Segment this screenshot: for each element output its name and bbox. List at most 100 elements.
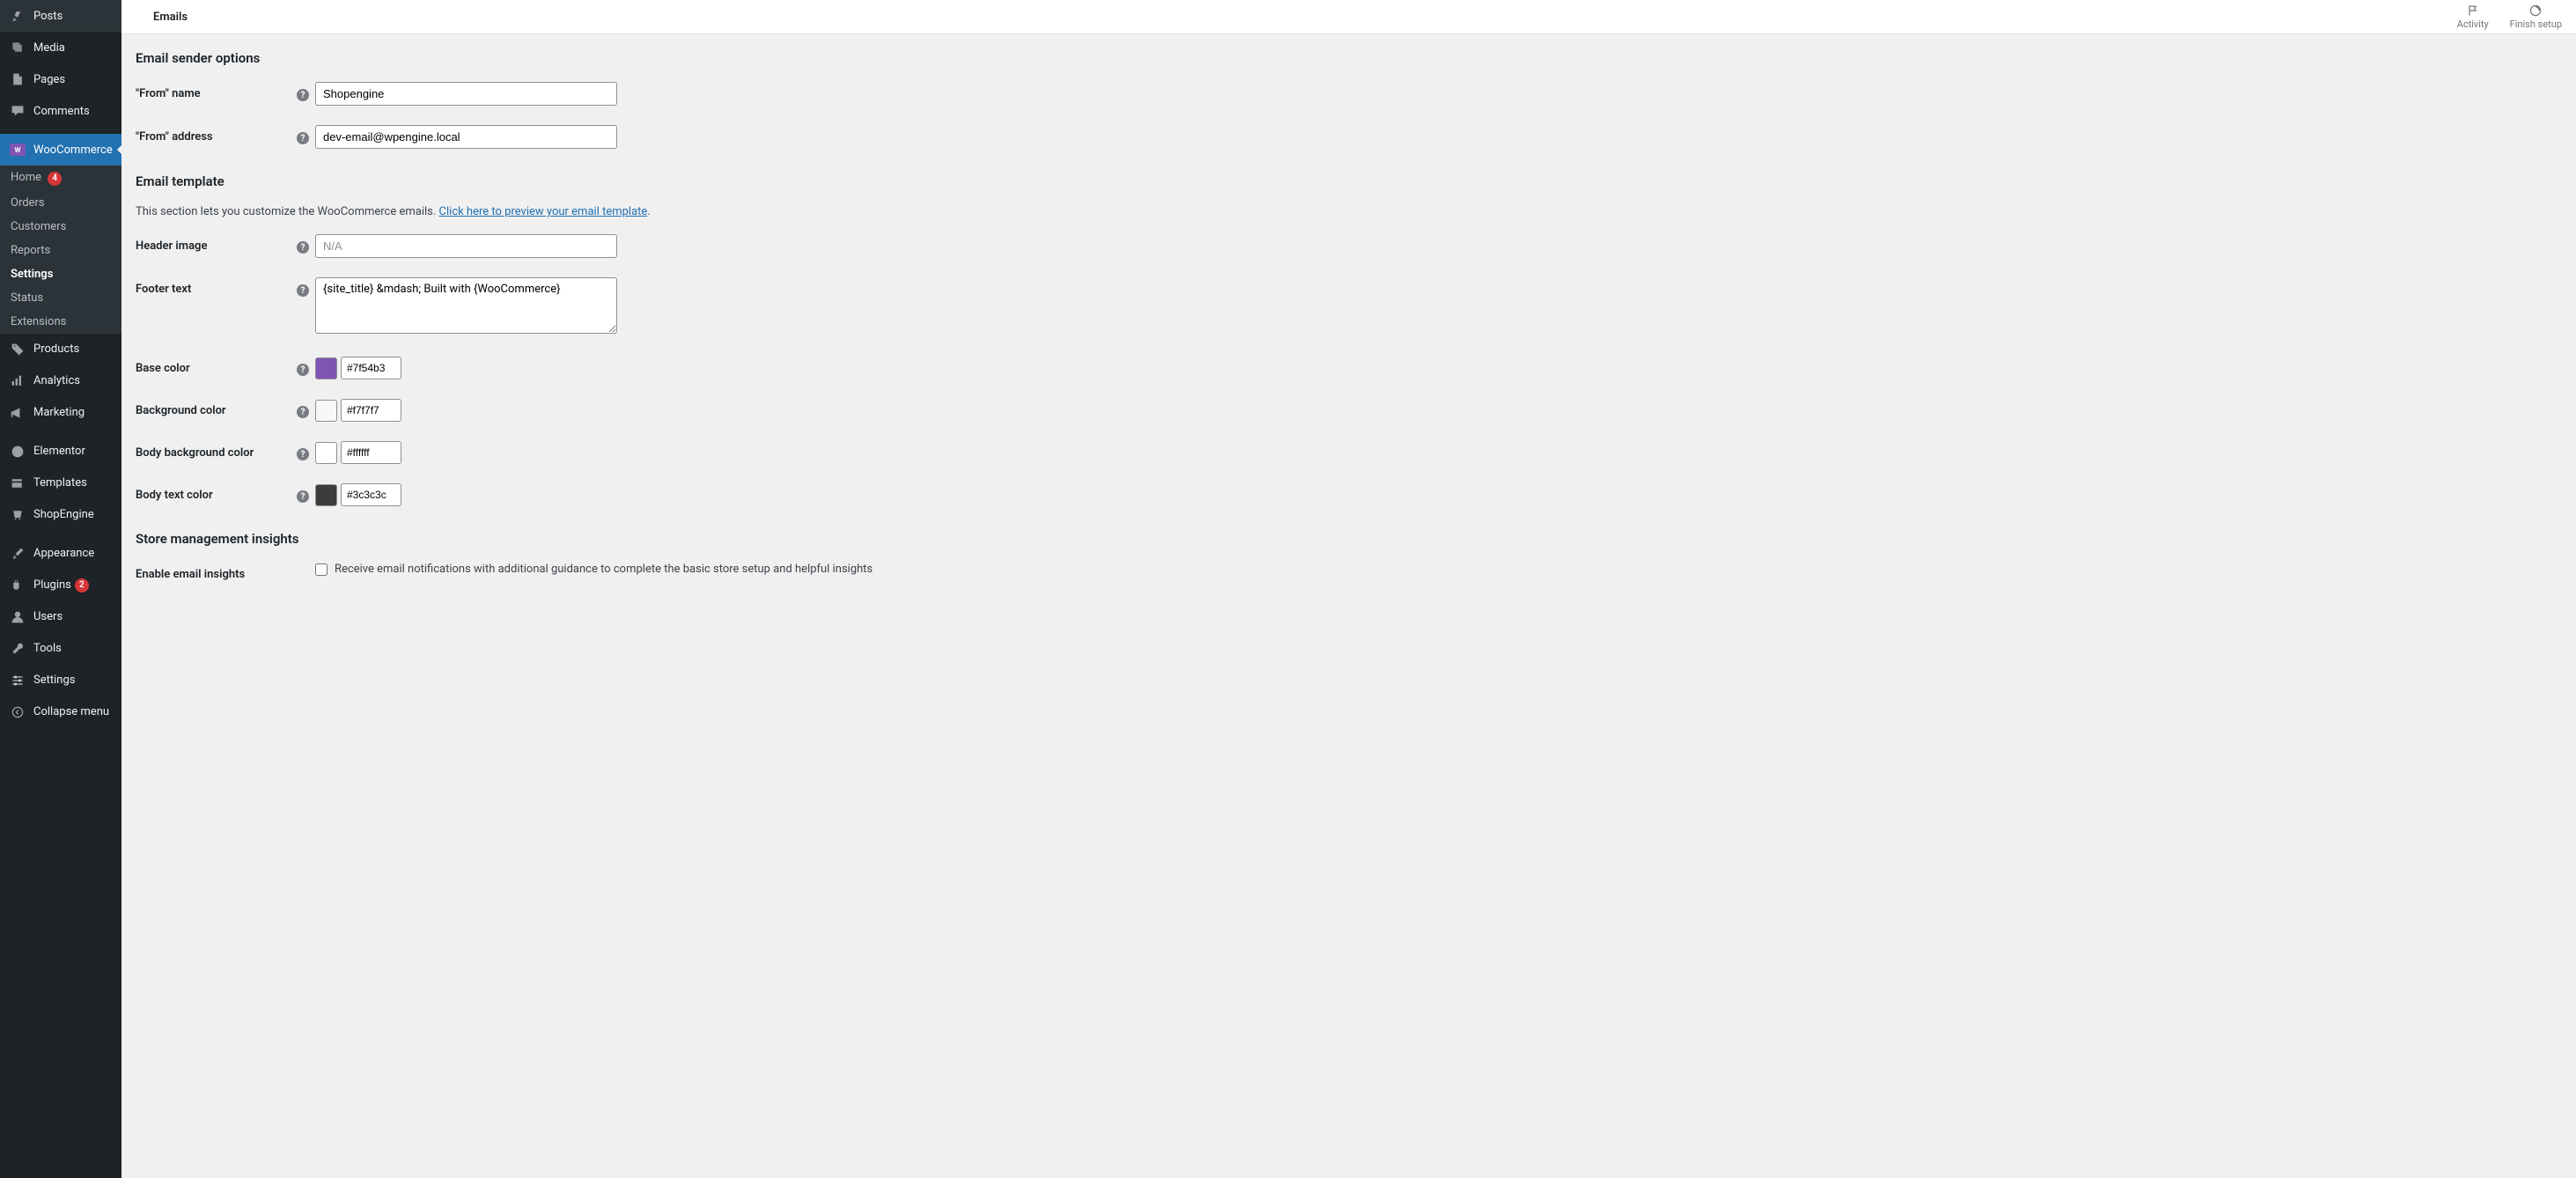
sidebar-item-users[interactable]: Users bbox=[0, 601, 121, 633]
from-address-input[interactable] bbox=[315, 125, 617, 149]
help-icon[interactable]: ? bbox=[297, 241, 309, 254]
woocommerce-icon: W bbox=[9, 141, 26, 158]
sliders-icon bbox=[9, 672, 26, 689]
from-address-label: "From" address bbox=[136, 125, 294, 144]
sidebar-item-media[interactable]: Media bbox=[0, 32, 121, 63]
wrench-icon bbox=[9, 640, 26, 658]
sidebar-item-templates[interactable]: Templates bbox=[0, 468, 121, 499]
woocommerce-submenu: Home 4 Orders Customers Reports Settings… bbox=[0, 166, 121, 334]
elementor-icon bbox=[9, 443, 26, 460]
page-title: Emails bbox=[136, 11, 188, 24]
help-icon[interactable]: ? bbox=[297, 132, 309, 144]
body-bg-row: Body background color ? bbox=[136, 441, 2562, 464]
sidebar-sub-reports[interactable]: Reports bbox=[0, 239, 121, 262]
body-text-swatch[interactable] bbox=[315, 484, 337, 506]
help-icon[interactable]: ? bbox=[297, 490, 309, 503]
help-icon[interactable]: ? bbox=[297, 448, 309, 460]
finish-setup-button[interactable]: Finish setup bbox=[2510, 4, 2562, 30]
sidebar-item-analytics[interactable]: Analytics bbox=[0, 365, 121, 397]
sidebar-item-label: Pages bbox=[33, 73, 65, 86]
sidebar-item-plugins[interactable]: Plugins 2 bbox=[0, 570, 121, 601]
sidebar-item-label: Tools bbox=[33, 642, 62, 655]
sidebar-item-label: Users bbox=[33, 610, 63, 623]
body-text-row: Body text color ? bbox=[136, 483, 2562, 506]
base-color-input[interactable] bbox=[341, 357, 401, 379]
from-address-row: "From" address ? bbox=[136, 125, 2562, 149]
sidebar-sub-extensions[interactable]: Extensions bbox=[0, 310, 121, 334]
email-sender-section: Email sender options "From" name ? "From… bbox=[136, 50, 2562, 149]
section-description: This section lets you customize the WooC… bbox=[136, 205, 2562, 218]
bg-color-row: Background color ? bbox=[136, 399, 2562, 422]
sidebar-item-woocommerce[interactable]: W WooCommerce bbox=[0, 134, 121, 166]
settings-content: Email sender options "From" name ? "From… bbox=[121, 34, 2576, 622]
header-image-input[interactable] bbox=[315, 234, 617, 258]
footer-text-label: Footer text bbox=[136, 277, 294, 296]
sidebar-sub-label: Home bbox=[11, 171, 41, 184]
section-title: Email template bbox=[136, 173, 2562, 189]
sidebar-item-label: Products bbox=[33, 342, 79, 356]
header-image-row: Header image ? bbox=[136, 234, 2562, 258]
footer-text-input[interactable] bbox=[315, 277, 617, 334]
sidebar-item-label: Templates bbox=[33, 476, 87, 490]
enable-insights-text: Receive email notifications with additio… bbox=[335, 563, 872, 576]
plugin-icon bbox=[9, 577, 26, 594]
templates-icon bbox=[9, 475, 26, 492]
shopengine-icon bbox=[9, 506, 26, 524]
sidebar-item-label: Elementor bbox=[33, 445, 85, 458]
comment-icon bbox=[9, 102, 26, 120]
body-bg-input[interactable] bbox=[341, 441, 401, 464]
preview-template-link[interactable]: Click here to preview your email templat… bbox=[439, 205, 648, 218]
sidebar-item-comments[interactable]: Comments bbox=[0, 95, 121, 127]
sidebar-item-products[interactable]: Products bbox=[0, 334, 121, 365]
user-icon bbox=[9, 608, 26, 626]
sidebar-item-pages[interactable]: Pages bbox=[0, 63, 121, 95]
brush-icon bbox=[9, 545, 26, 563]
bg-color-input[interactable] bbox=[341, 399, 401, 422]
sidebar-item-settings[interactable]: Settings bbox=[0, 665, 121, 696]
sidebar-item-collapse[interactable]: Collapse menu bbox=[0, 696, 121, 728]
sidebar-sub-home[interactable]: Home 4 bbox=[0, 166, 121, 191]
base-color-swatch[interactable] bbox=[315, 357, 337, 379]
footer-text-row: Footer text ? bbox=[136, 277, 2562, 337]
main-content: Emails Activity Finish setup Emai bbox=[121, 0, 2576, 1178]
sidebar-item-posts[interactable]: Posts bbox=[0, 0, 121, 32]
admin-sidebar: Posts Media Pages Comments W WooCommerce bbox=[0, 0, 121, 1178]
from-name-row: "From" name ? bbox=[136, 82, 2562, 106]
body-bg-label: Body background color bbox=[136, 441, 294, 460]
sidebar-item-appearance[interactable]: Appearance bbox=[0, 538, 121, 570]
sidebar-sub-customers[interactable]: Customers bbox=[0, 215, 121, 239]
help-icon[interactable]: ? bbox=[297, 284, 309, 297]
enable-insights-checkbox[interactable] bbox=[315, 563, 328, 576]
bg-color-swatch[interactable] bbox=[315, 400, 337, 422]
activity-button[interactable]: Activity bbox=[2457, 4, 2489, 30]
sidebar-sub-orders[interactable]: Orders bbox=[0, 191, 121, 215]
help-icon[interactable]: ? bbox=[297, 89, 309, 101]
from-name-label: "From" name bbox=[136, 82, 294, 100]
sidebar-item-marketing[interactable]: Marketing bbox=[0, 397, 121, 429]
sidebar-item-label: Media bbox=[33, 41, 65, 55]
media-icon bbox=[9, 39, 26, 56]
section-title: Email sender options bbox=[136, 50, 2562, 66]
finish-label: Finish setup bbox=[2510, 18, 2562, 30]
sidebar-item-label: Settings bbox=[33, 674, 75, 687]
sidebar-item-label: Plugins bbox=[33, 578, 71, 592]
sidebar-item-tools[interactable]: Tools bbox=[0, 633, 121, 665]
megaphone-icon bbox=[9, 404, 26, 422]
help-icon[interactable]: ? bbox=[297, 406, 309, 418]
sidebar-sub-status[interactable]: Status bbox=[0, 286, 121, 310]
email-template-section: Email template This section lets you cus… bbox=[136, 173, 2562, 506]
sidebar-item-shopengine[interactable]: ShopEngine bbox=[0, 499, 121, 531]
body-text-input[interactable] bbox=[341, 483, 401, 506]
pin-icon bbox=[9, 7, 26, 25]
activity-label: Activity bbox=[2457, 18, 2489, 30]
header-image-label: Header image bbox=[136, 234, 294, 253]
enable-insights-label: Enable email insights bbox=[136, 563, 294, 581]
help-icon[interactable]: ? bbox=[297, 364, 309, 376]
home-badge: 4 bbox=[48, 172, 62, 186]
body-bg-swatch[interactable] bbox=[315, 442, 337, 464]
sidebar-item-label: Analytics bbox=[33, 374, 80, 387]
sidebar-sub-settings[interactable]: Settings bbox=[0, 262, 121, 286]
sidebar-item-elementor[interactable]: Elementor bbox=[0, 436, 121, 468]
analytics-icon bbox=[9, 372, 26, 390]
from-name-input[interactable] bbox=[315, 82, 617, 106]
